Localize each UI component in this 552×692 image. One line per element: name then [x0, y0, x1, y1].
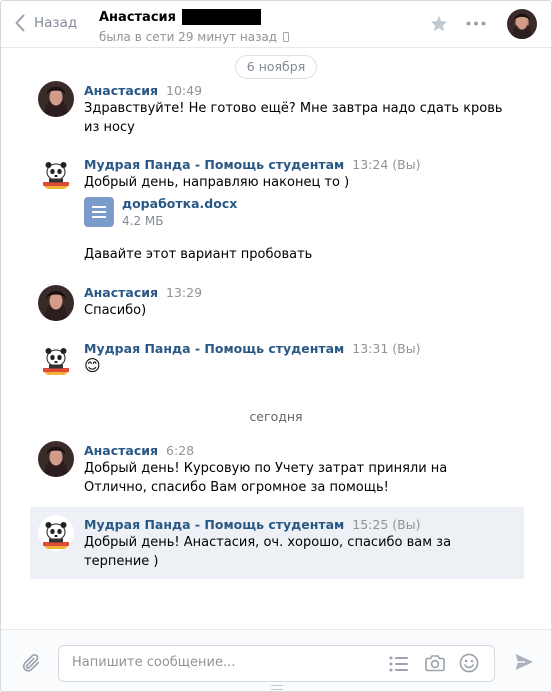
panda-logo	[38, 155, 74, 191]
back-label: Назад	[34, 15, 78, 31]
avatar[interactable]	[38, 81, 74, 117]
message-time[interactable]: 10:49	[166, 83, 202, 98]
message-item[interactable]: Мудрая Панда - Помощь студентам 15:25 (Вы…	[30, 507, 524, 579]
camera-icon[interactable]	[425, 654, 445, 672]
message-item[interactable]: Мудрая Панда - Помощь студентам 13:31 (Вы…	[30, 339, 524, 379]
document-icon	[84, 197, 114, 227]
panda-logo	[38, 341, 74, 377]
send-icon[interactable]	[514, 652, 534, 672]
message-text: Добрый день! Курсовую по Учету затрат пр…	[84, 461, 448, 495]
message-text: Давайте этот вариант пробовать	[84, 247, 313, 262]
message-history[interactable]: 6 ноября Анастасия 10:49 Здравствуйте! Не…	[1, 49, 551, 629]
message-time[interactable]: 13:29	[166, 285, 202, 300]
message-author[interactable]: Мудрая Панда - Помощь студентам	[84, 341, 344, 356]
chat-header: Назад Анастасия была в сети 29 минут наз…	[1, 1, 551, 48]
paperclip-icon[interactable]	[20, 652, 42, 674]
message-author[interactable]: Мудрая Панда - Помощь студентам	[84, 517, 344, 532]
message-text: Добрый день, направляю наконец то )	[84, 175, 350, 190]
message-item[interactable]: Мудрая Панда - Помощь студентам 13:24 (Вы…	[30, 153, 524, 267]
avatar[interactable]	[38, 441, 74, 477]
message-item[interactable]: Анастасия 13:29 Спасибо)	[30, 283, 524, 323]
document-size: 4.2 МБ	[122, 214, 164, 228]
resize-handle[interactable]	[271, 685, 283, 690]
avatar[interactable]	[38, 341, 74, 377]
back-button[interactable]: Назад	[15, 14, 77, 32]
peer-name[interactable]: Анастасия	[99, 10, 176, 25]
message-time[interactable]: 13:24 (Вы)	[352, 157, 420, 172]
redacted-surname	[182, 9, 261, 25]
message-author[interactable]: Мудрая Панда - Помощь студентам	[84, 157, 344, 172]
peer-info[interactable]: Анастасия была в сети 29 минут назад	[99, 9, 290, 44]
composer	[1, 629, 551, 691]
message-input[interactable]	[72, 655, 372, 670]
date-separator: сегодня	[249, 409, 303, 424]
smile-emoji: 😊	[84, 356, 101, 375]
message-author[interactable]: Анастасия	[84, 443, 158, 458]
emoji-icon[interactable]	[459, 653, 479, 673]
chevron-left-icon	[15, 14, 25, 32]
message-text: Спасибо)	[84, 303, 147, 318]
more-icon[interactable]	[466, 21, 486, 26]
templates-icon[interactable]	[389, 656, 409, 672]
avatar[interactable]	[38, 285, 74, 321]
message-time[interactable]: 6:28	[166, 443, 194, 458]
message-text: Здравствуйте! Не готово ещё? Мне завтра …	[84, 101, 503, 135]
star-icon[interactable]	[430, 15, 448, 32]
avatar[interactable]	[38, 155, 74, 191]
document-attachment[interactable]: доработка.docx 4.2 МБ	[84, 196, 237, 228]
message-time[interactable]: 13:31 (Вы)	[352, 341, 420, 356]
peer-avatar[interactable]	[507, 9, 537, 39]
date-separator: 6 ноября	[235, 55, 317, 79]
peer-status: была в сети 29 минут назад	[99, 30, 278, 44]
message-input-box[interactable]	[58, 645, 495, 682]
document-name[interactable]: доработка.docx	[122, 196, 237, 211]
panda-logo	[38, 515, 74, 551]
message-time[interactable]: 15:25 (Вы)	[352, 517, 420, 532]
message-text: Добрый день! Анастасия, оч. хорошо, спас…	[84, 535, 452, 569]
message-item[interactable]: Анастасия 6:28 Добрый день! Курсовую по У…	[30, 441, 524, 497]
mobile-icon	[283, 32, 290, 42]
message-author[interactable]: Анастасия	[84, 285, 158, 300]
avatar[interactable]	[38, 515, 74, 551]
message-author[interactable]: Анастасия	[84, 83, 158, 98]
message-item[interactable]: Анастасия 10:49 Здравствуйте! Не готово е…	[30, 79, 524, 135]
messenger-window: Назад Анастасия была в сети 29 минут наз…	[0, 0, 552, 692]
